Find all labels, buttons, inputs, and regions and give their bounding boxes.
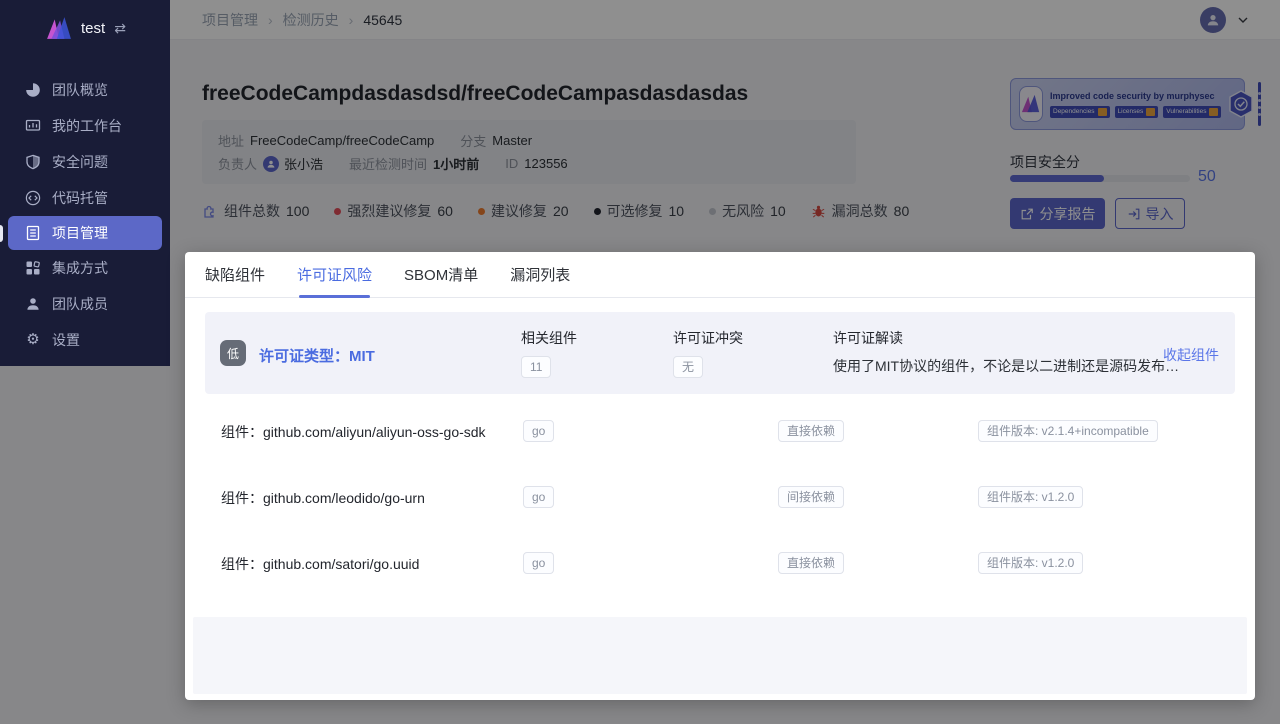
- sidebar-item-project-manage[interactable]: 项目管理: [8, 216, 162, 250]
- component-name: github.com/aliyun/aliyun-oss-go-sdk: [263, 424, 486, 440]
- license-interpretation-header: 许可证解读: [833, 328, 903, 348]
- dependency-type-tag: 直接依赖: [778, 552, 844, 574]
- component-row: 组件：github.com/leodido/go-urn go 间接依赖 组件版…: [185, 483, 1255, 513]
- workbench-icon: [25, 118, 41, 134]
- component-row: 组件：github.com/aliyun/aliyun-oss-go-sdk g…: [185, 417, 1255, 447]
- component-label: 组件：: [221, 490, 263, 506]
- detail-drawer: 缺陷组件 许可证风险 SBOM清单 漏洞列表 低 许可证类型：MIT 相关组件 …: [185, 252, 1255, 700]
- component-version-tag: 组件版本: v2.1.4+incompatible: [978, 420, 1158, 442]
- tab-sbom-list[interactable]: SBOM清单: [404, 252, 478, 298]
- document-list-icon: [25, 225, 41, 241]
- collapse-components-link[interactable]: 收起组件: [1163, 345, 1219, 365]
- workspace-name: test: [81, 20, 105, 37]
- license-conflict-header: 许可证冲突: [673, 328, 743, 348]
- component-name: github.com/satori/go.uuid: [263, 556, 419, 572]
- shield-icon: [25, 154, 41, 170]
- component-label: 组件：: [221, 424, 263, 440]
- person-icon: [25, 296, 41, 312]
- component-version-tag: 组件版本: v1.2.0: [978, 486, 1083, 508]
- sidebar-item-integrations[interactable]: 集成方式: [0, 250, 170, 286]
- sidebar-menu: 团队概览 我的工作台 安全问题 代码托管: [0, 72, 170, 358]
- language-tag: go: [523, 420, 554, 442]
- sidebar-item-code-hosting[interactable]: 代码托管: [0, 180, 170, 216]
- code-hosting-icon: [25, 190, 41, 206]
- sidebar-item-team-members[interactable]: 团队成员: [0, 286, 170, 322]
- sidebar-item-settings[interactable]: ⚙ 设置: [0, 322, 170, 358]
- license-card: 低 许可证类型：MIT 相关组件 11 许可证冲突 无 许可证解读 使用了MIT…: [205, 312, 1235, 394]
- dependency-type-tag: 间接依赖: [778, 486, 844, 508]
- sidebar-item-team-overview[interactable]: 团队概览: [0, 72, 170, 108]
- language-tag: go: [523, 552, 554, 574]
- dependency-type-tag: 直接依赖: [778, 420, 844, 442]
- risk-level-badge: 低: [220, 340, 246, 366]
- related-components-header: 相关组件: [521, 328, 577, 348]
- component-name: github.com/leodido/go-urn: [263, 490, 425, 506]
- switch-workspace-icon[interactable]: ⇄: [114, 20, 126, 37]
- tab-license-risk[interactable]: 许可证风险: [297, 252, 372, 298]
- component-label: 组件：: [221, 556, 263, 572]
- tab-vuln-list[interactable]: 漏洞列表: [510, 252, 570, 298]
- tab-defect-components[interactable]: 缺陷组件: [205, 252, 265, 298]
- blocks-icon: [25, 260, 41, 276]
- sidebar-item-security-issues[interactable]: 安全问题: [0, 144, 170, 180]
- related-components-count: 11: [521, 356, 551, 378]
- app-logo-icon: [46, 16, 72, 40]
- gear-icon: ⚙: [25, 332, 41, 348]
- component-row: 组件：github.com/satori/go.uuid go 直接依赖 组件版…: [185, 549, 1255, 579]
- license-conflict-value: 无: [673, 356, 703, 378]
- language-tag: go: [523, 486, 554, 508]
- license-type-link[interactable]: 许可证类型：MIT: [259, 345, 375, 366]
- sidebar: test ⇄ 团队概览 我的工作台 安全问题: [0, 0, 170, 366]
- pie-chart-icon: [25, 82, 41, 98]
- active-item-indicator: [0, 225, 3, 242]
- workspace-switcher[interactable]: test ⇄: [0, 0, 170, 54]
- detail-tabs: 缺陷组件 许可证风险 SBOM清单 漏洞列表: [185, 252, 1255, 298]
- sidebar-item-workbench[interactable]: 我的工作台: [0, 108, 170, 144]
- next-license-card-placeholder: [193, 617, 1247, 694]
- component-version-tag: 组件版本: v1.2.0: [978, 552, 1083, 574]
